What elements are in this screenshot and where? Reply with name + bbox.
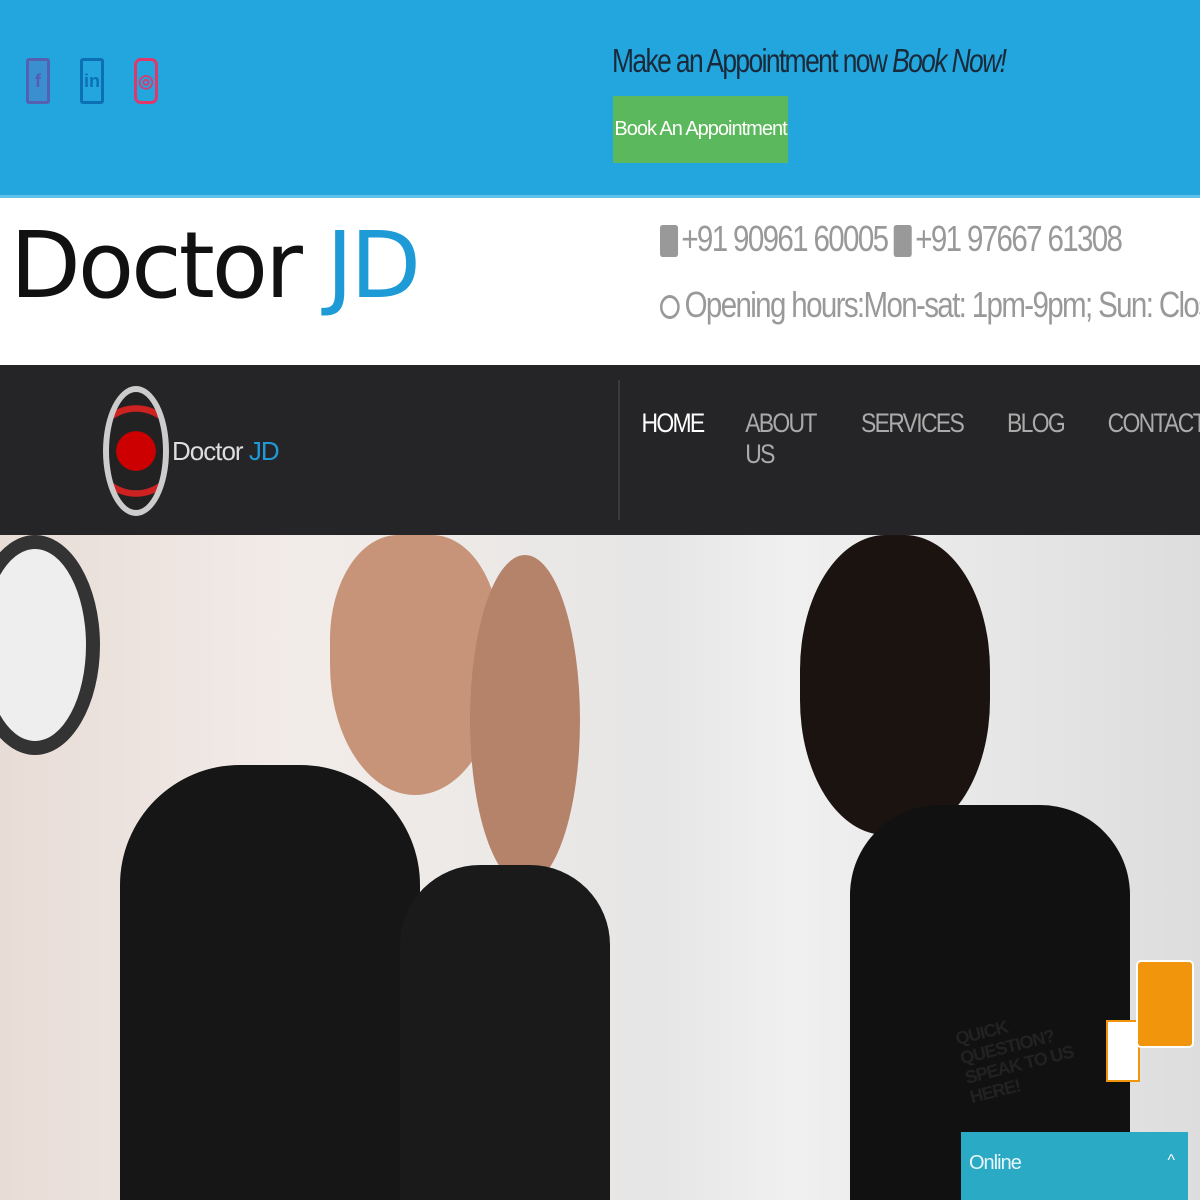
nav-blog[interactable]: BLOG — [1007, 408, 1066, 470]
chat-widget-bar[interactable]: Online ^ — [961, 1132, 1188, 1200]
headset-icon[interactable] — [1136, 960, 1194, 1048]
nav-logo-text[interactable]: Doctor JD — [172, 436, 280, 467]
book-now-link[interactable]: Book Now! — [892, 42, 1007, 79]
opening-hours: Opening hours:Mon-sat: 1pm-9pm; Sun: Clo… — [660, 284, 1200, 326]
nav-logo-main: Doctor — [172, 436, 244, 466]
staff-figure — [800, 535, 990, 835]
doctor-figure-body — [120, 765, 420, 1200]
clinic-banner-logo — [0, 535, 100, 755]
nav-services[interactable]: SERVICES — [861, 408, 965, 470]
chevron-up-icon[interactable]: ^ — [1167, 1152, 1174, 1170]
phone-2[interactable]: +91 97667 61308 — [915, 218, 1123, 259]
clock-icon — [660, 295, 680, 320]
nav-home[interactable]: HOME — [641, 408, 705, 470]
chat-bubble-icon[interactable] — [1106, 1020, 1140, 1082]
assistant-figure-body — [400, 865, 610, 1200]
logo-main: Doctor — [10, 212, 303, 319]
hours-text: Opening hours:Mon-sat: 1pm-9pm; Sun: Clo… — [684, 284, 1200, 325]
instagram-icon[interactable]: ◎ — [134, 58, 158, 104]
nav-about-us[interactable]: ABOUT US — [745, 408, 817, 470]
site-logo[interactable]: Doctor JD — [10, 212, 421, 319]
assistant-figure — [470, 555, 580, 885]
top-bar: f in ◎ Make an Appointment now Book Now!… — [0, 0, 1200, 198]
nav-menu: HOME ABOUT US SERVICES BLOG CONTACT — [636, 408, 1200, 470]
book-appointment-button[interactable]: Book An Appointment — [613, 96, 788, 163]
nav-logo-emblem[interactable] — [103, 386, 169, 516]
tagline-text: Make an Appointment now — [612, 42, 888, 79]
facebook-icon[interactable]: f — [26, 58, 50, 104]
nav-logo-accent: JD — [248, 436, 280, 466]
phone-numbers: +91 90961 60005 +91 97667 61308 — [660, 218, 1123, 260]
appointment-tagline: Make an Appointment now Book Now! — [612, 42, 1007, 80]
chat-status: Online — [969, 1152, 1022, 1174]
linkedin-icon[interactable]: in — [80, 58, 104, 104]
phone-1[interactable]: +91 90961 60005 — [681, 218, 889, 259]
logo-accent: JD — [326, 212, 421, 319]
nav-divider — [618, 380, 620, 520]
phone-icon — [660, 225, 679, 258]
nav-contact[interactable]: CONTACT — [1107, 408, 1200, 470]
phone-icon — [893, 225, 912, 258]
